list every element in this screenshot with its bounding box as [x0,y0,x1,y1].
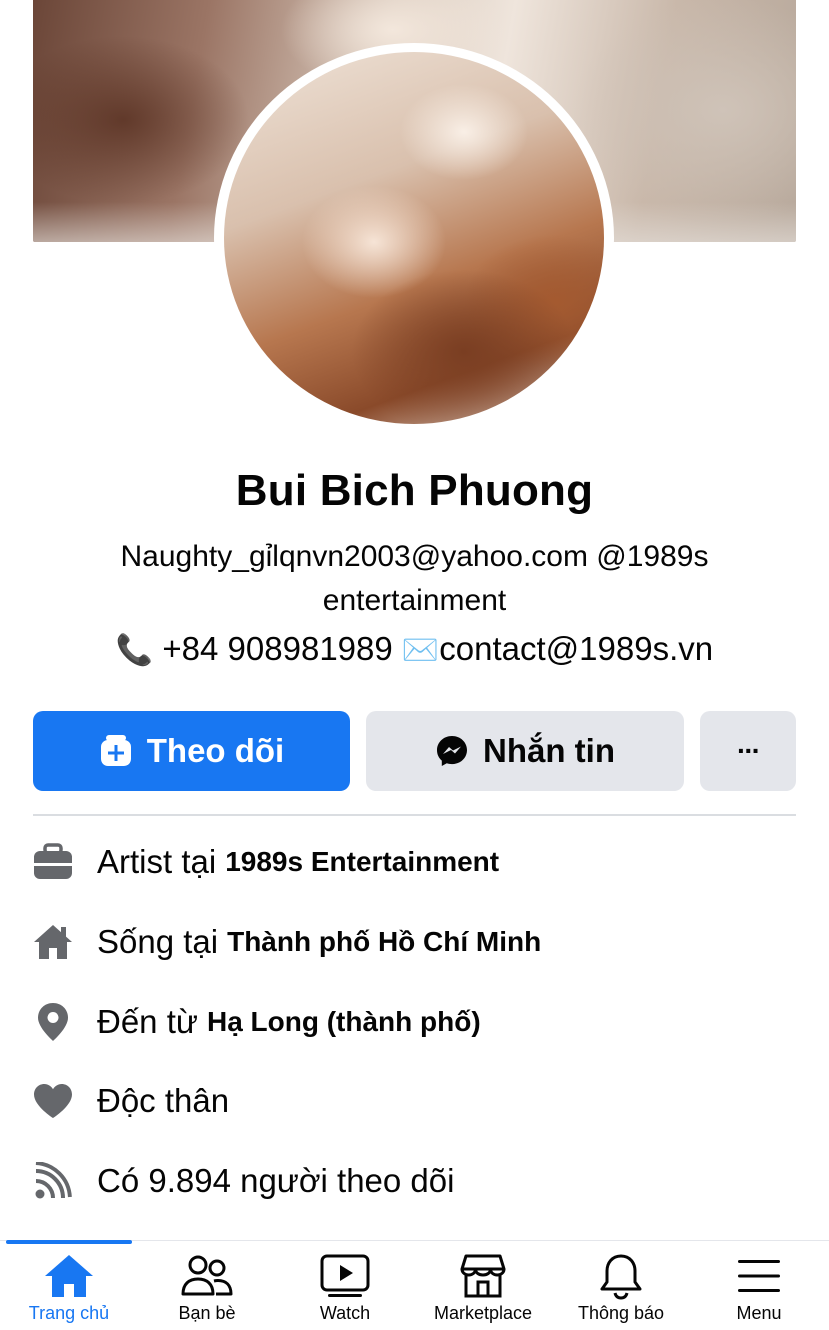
tab-friends-label: Bạn bè [178,1303,236,1323]
messenger-icon [435,734,469,768]
info-relationship: Độc thân [33,1076,796,1126]
info-followers: Có 9.894 người theo dõi [33,1156,796,1206]
follow-label: Theo dõi [146,732,285,769]
tab-home[interactable]: Trang chủ [0,1244,138,1329]
tab-notifications[interactable]: Thông báo [552,1244,690,1329]
tab-notifications-label: Thông báo [577,1303,665,1323]
location-pin-icon [33,1002,73,1042]
tab-menu[interactable]: Menu [690,1244,828,1329]
section-divider [33,814,796,816]
friends-icon [181,1250,233,1302]
profile-contact: 📞 +84 908981989 ✉️contact@1989s.vn [0,630,829,668]
marketplace-icon [458,1250,508,1302]
phone-number[interactable]: +84 908981989 [162,630,392,667]
rss-icon [33,1161,73,1201]
follow-icon [99,734,133,768]
more-options-button[interactable]: ··· [700,711,796,791]
message-button[interactable]: Nhắn tin [366,711,684,791]
relationship-status: Độc thân [97,1082,230,1119]
mail-icon: ✉️ [401,634,440,667]
phone-icon: 📞 [115,634,154,667]
briefcase-icon [33,842,73,882]
info-from: Đến từ Hạ Long (thành phố) [33,997,796,1047]
work-place-link[interactable]: 1989s Entertainment [225,846,499,878]
info-work: Artist tại 1989s Entertainment [33,837,796,887]
follow-button[interactable]: Theo dõi [33,711,350,791]
heart-icon [33,1081,73,1121]
tab-watch[interactable]: Watch [276,1244,414,1329]
house-icon [33,922,73,962]
home-icon [44,1250,94,1302]
profile-name: Bui Bich Phuong [235,466,594,515]
lives-place-link[interactable]: Thành phố Hồ Chí Minh [227,926,541,958]
tab-marketplace-label: Marketplace [433,1303,533,1323]
menu-icon [736,1250,782,1302]
watch-icon [320,1250,370,1302]
from-place-link[interactable]: Hạ Long (thành phố) [207,1006,481,1038]
message-label: Nhắn tin [483,732,615,769]
contact-email[interactable]: contact@1989s.vn [439,630,713,667]
tab-friends[interactable]: Bạn bè [138,1244,276,1329]
bell-icon [598,1250,644,1302]
work-prefix: Artist tại [97,843,217,880]
tab-home-label: Trang chủ [28,1303,110,1323]
more-icon: ··· [737,735,761,766]
tab-watch-label: Watch [319,1303,371,1323]
lives-prefix: Sống tại [97,923,219,960]
from-prefix: Đến từ [97,1003,198,1040]
followers-count[interactable]: Có 9.894 người theo dõi [97,1162,454,1200]
tab-menu-label: Menu [736,1303,782,1323]
profile-avatar[interactable] [224,52,604,424]
info-lives: Sống tại Thành phố Hồ Chí Minh [33,917,796,967]
profile-bio: Naughty_gỉlqnvn2003@yahoo.com @1989s ent… [120,540,709,617]
tab-marketplace[interactable]: Marketplace [414,1244,552,1329]
